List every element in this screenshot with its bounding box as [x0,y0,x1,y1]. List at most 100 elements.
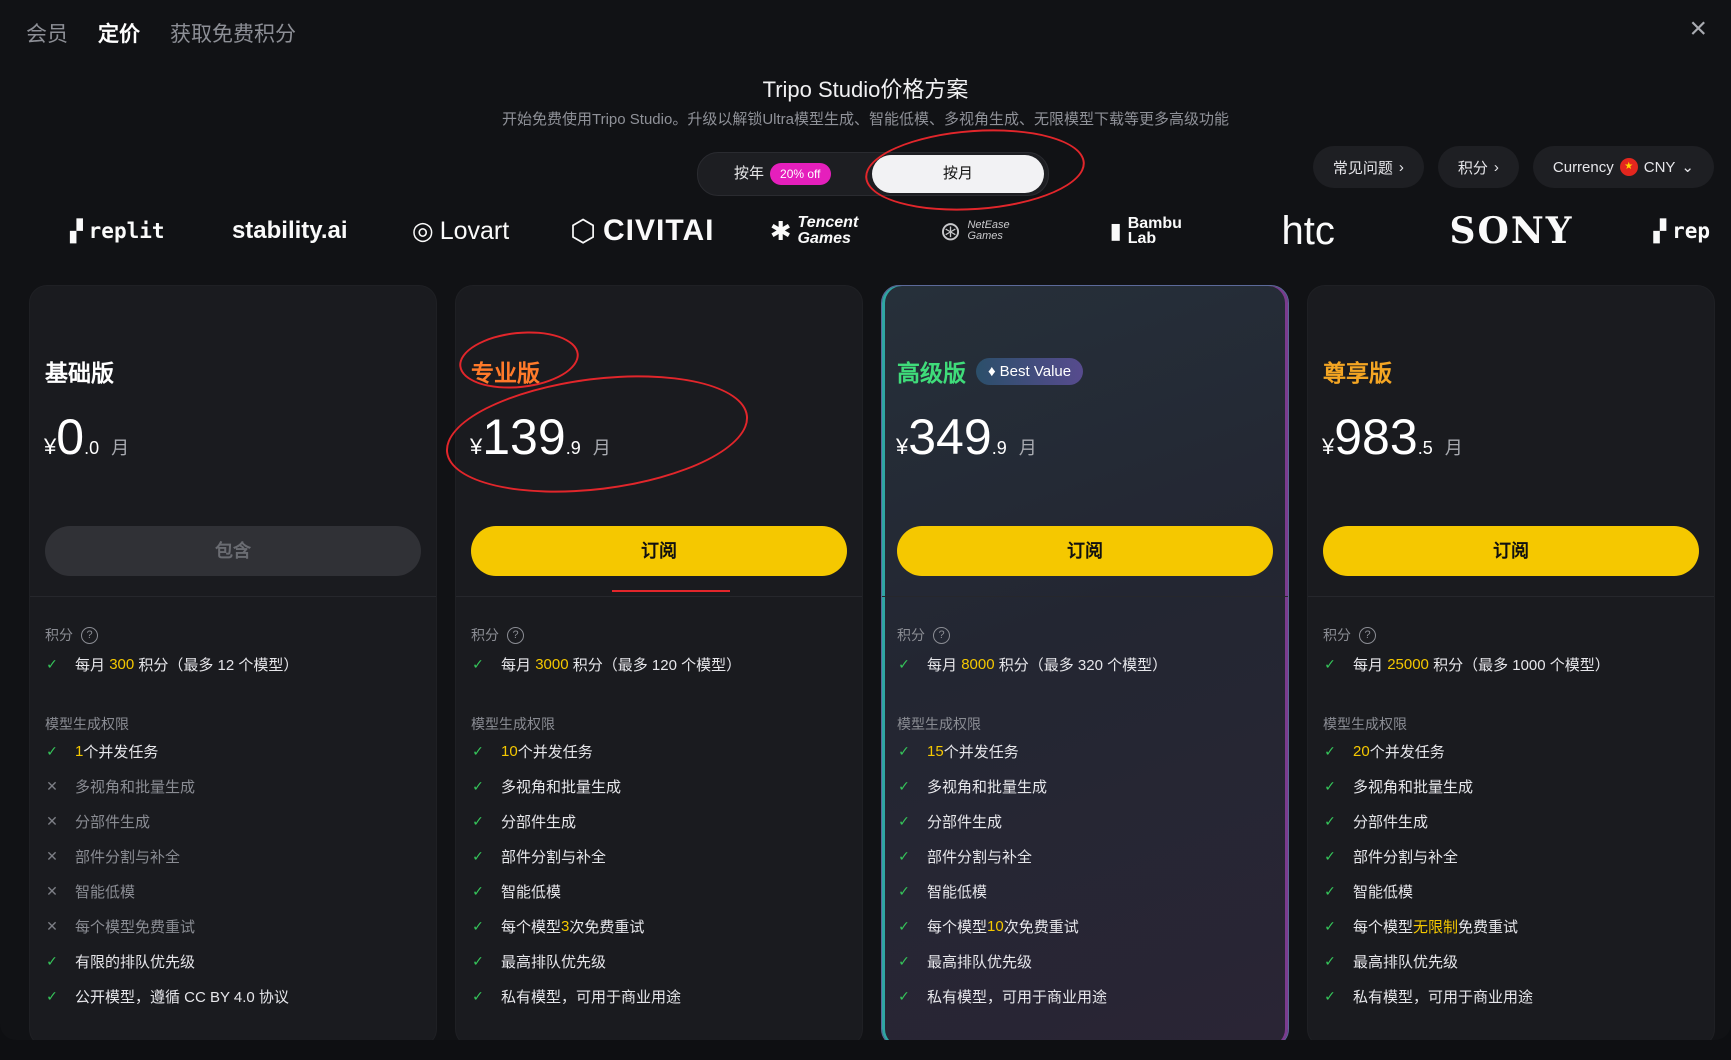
feature-item: ✓ 分部件生成 [898,813,1003,831]
credits-feature: ✓ 每月 8000 积分（最多 320 个模型） [898,656,1168,674]
check-icon: ✓ [46,988,58,1004]
plan-price: ¥0.0 月 [44,408,129,466]
billing-yearly-option[interactable]: 按年 20% off [734,153,831,195]
feature-item: ✓ 每个模型 10 次免费重试 [898,918,1079,936]
permissions-section-label: 模型生成权限 [471,716,555,732]
feature-item: ✓ 分部件生成 [472,813,577,831]
cross-icon: ✕ [46,813,58,829]
check-icon: ✓ [472,883,484,899]
feature-item: ✓ 私有模型，可用于商业用途 [1324,988,1534,1006]
subscribe-button[interactable]: 订阅 [471,526,847,576]
close-icon[interactable]: × [1689,14,1707,44]
feature-item: ✓ 私有模型，可用于商业用途 [898,988,1108,1006]
feature-item: ✓ 多视角和批量生成 [898,778,1048,796]
header-actions: 常见问题 › 积分 › Currency ★ CNY ⌄ [1312,146,1714,188]
feature-item: ✓ 最高排队优先级 [472,953,607,971]
check-icon: ✓ [472,953,484,969]
divider [882,596,1288,597]
price-currency: ¥ [470,434,483,459]
plan-name: 尊享版 [1323,354,1392,388]
tab-pricing[interactable]: 定价 [98,14,140,52]
logo-stability: stability.ai [231,217,348,244]
tencent-mark-icon: ✱ [769,215,792,246]
price-decimal: .0 [84,438,100,458]
help-icon[interactable]: ? [933,626,950,644]
credits-feature: ✓ 每月 300 积分（最多 12 个模型） [46,656,299,674]
check-icon: ✓ [898,743,910,759]
feature-item: ✓ 15 个并发任务 [898,743,1019,761]
feature-item: ✓ 智能低模 [472,883,562,901]
feature-item: ✕ 多视角和批量生成 [46,778,196,796]
chevron-down-icon: ⌄ [1681,159,1694,176]
currency-select[interactable]: Currency ★ CNY ⌄ [1532,146,1714,188]
check-icon: ✓ [898,918,910,934]
credits-section-label: 积分? [1323,625,1376,645]
check-icon: ✓ [472,918,484,934]
help-icon[interactable]: ? [1359,626,1376,644]
feature-item: ✓ 部件分割与补全 [472,848,607,866]
check-icon: ✓ [1324,918,1336,934]
price-period: 月 [592,438,611,458]
plan-name: 基础版 [45,354,114,388]
tab-free-credits[interactable]: 获取免费积分 [170,14,296,52]
divider [1308,596,1714,597]
page-title: Tripo Studio价格方案 [762,77,969,102]
check-icon: ✓ [1324,848,1336,864]
subscribe-button[interactable]: 订阅 [897,526,1273,576]
flame-icon: ♦ [988,362,996,380]
logo-tencent-games: ✱ Tencent Games [769,214,859,247]
plan-price: ¥349.9 月 [896,408,1037,466]
feature-item: ✓ 分部件生成 [1324,813,1429,831]
check-icon: ✓ [1324,778,1336,794]
price-currency: ¥ [1322,434,1335,459]
check-icon: ✓ [1324,813,1336,829]
price-integer: 139 [482,409,566,465]
price-decimal: .5 [1417,438,1433,458]
cross-icon: ✕ [46,778,58,794]
faq-button[interactable]: 常见问题 › [1312,146,1424,188]
check-icon: ✓ [898,988,910,1004]
netease-mark-icon: ⊛ [939,215,962,246]
pricing-modal: 会员 定价 获取免费积分 × Tripo Studio价格方案 开始免费使用Tr… [0,0,1731,1040]
check-icon: ✓ [472,656,484,672]
plan-name: 高级版 ♦ Best Value [897,354,1084,388]
price-period: 月 [1018,438,1037,458]
china-flag-icon: ★ [1619,158,1638,176]
divider [30,596,436,597]
credits-label: 积分 [1457,159,1488,177]
feature-item: ✓ 多视角和批量生成 [472,778,622,796]
billing-monthly-option[interactable]: 按月 [872,155,1044,193]
feature-item: ✓ 每个模型 无限制 免费重试 [1324,918,1519,936]
subscribe-button[interactable]: 订阅 [1323,526,1699,576]
check-icon: ✓ [1324,988,1336,1004]
tab-membership[interactable]: 会员 [26,14,68,52]
price-decimal: .9 [991,438,1007,458]
plan-price: ¥983.5 月 [1322,408,1463,466]
lovart-mark-icon: ◎ [411,217,434,245]
help-icon[interactable]: ? [507,626,524,644]
plan-card-pro: 专业版 ¥139.9 月订阅 积分? ✓ 每月 3000 积分（最多 120 个模型） 模型… [455,285,863,1040]
check-icon: ✓ [898,883,910,899]
cross-icon: ✕ [46,883,58,899]
replit-mark-icon: ▞ [1653,219,1667,243]
feature-item: ✓ 智能低模 [898,883,988,901]
logo-replit: ▞ replit [70,219,165,243]
civitai-mark-icon: ⬡ [569,214,598,248]
help-icon[interactable]: ? [81,626,98,644]
plan-price: ¥139.9 月 [470,408,611,466]
plan-title: 基础版 [45,360,114,386]
check-icon: ✓ [46,743,58,759]
feature-item: ✓ 私有模型，可用于商业用途 [472,988,682,1006]
credits-feature: ✓ 每月 25000 积分（最多 1000 个模型） [1324,656,1610,674]
logo-sony: SONY [1449,210,1574,252]
plan-card-premium: 尊享版 ¥983.5 月订阅积分? ✓ 每月 25000 积分（最多 1000 个模型）… [1307,285,1715,1040]
faq-label: 常见问题 [1332,159,1393,177]
chevron-right-icon: › [1398,158,1404,176]
credits-section-label: 积分? [45,625,98,645]
check-icon: ✓ [472,778,484,794]
permissions-section-label: 模型生成权限 [1323,716,1407,732]
permissions-section-label: 模型生成权限 [45,716,129,732]
chevron-right-icon: › [1493,158,1499,176]
credits-button[interactable]: 积分 › [1437,146,1519,188]
price-currency: ¥ [896,434,909,459]
